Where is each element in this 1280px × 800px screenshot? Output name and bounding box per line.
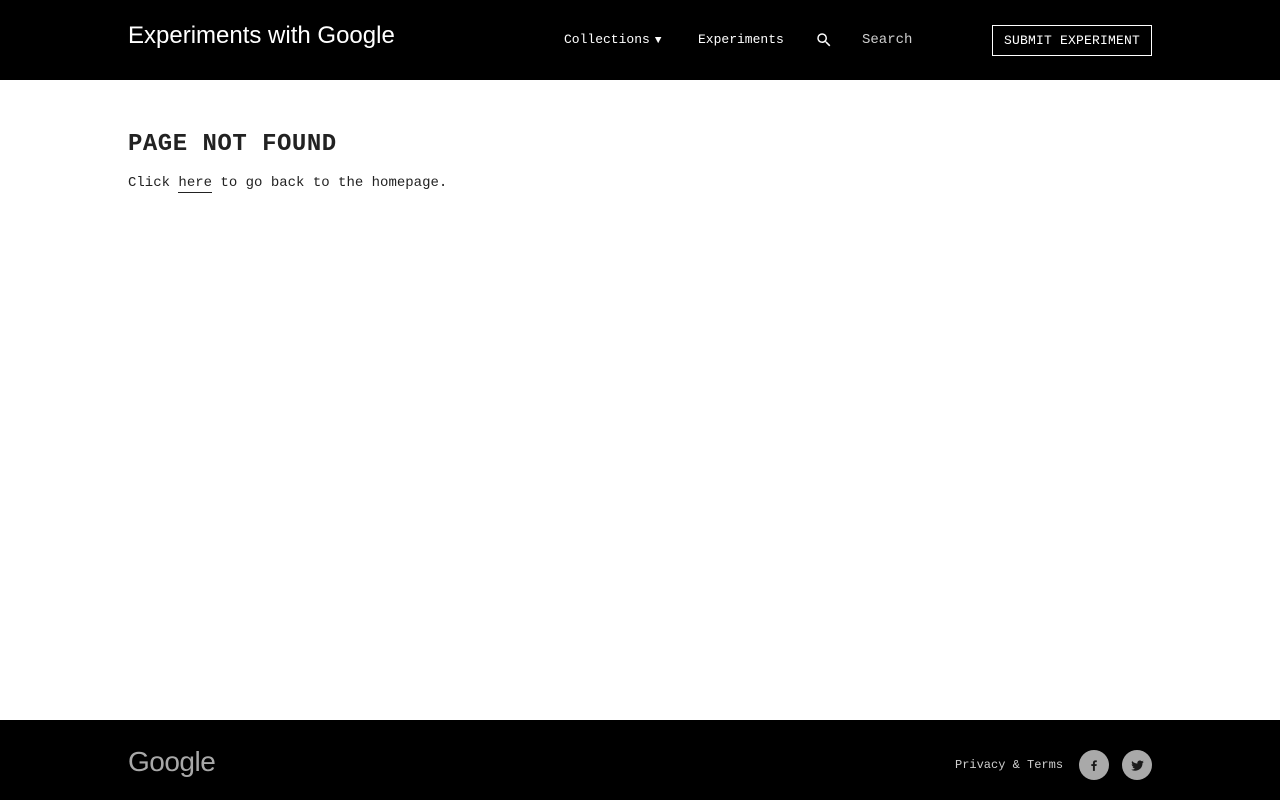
top-nav-bar: Experiments with Google Collections ▼ Exp…	[0, 0, 1280, 80]
homepage-link[interactable]: here	[178, 175, 213, 193]
brand-title[interactable]: Experiments with Google	[128, 20, 395, 52]
search-input[interactable]	[862, 28, 972, 52]
search-icon[interactable]	[815, 31, 833, 49]
google-logo[interactable]: Google	[128, 744, 216, 780]
main-content: PAGE NOT FOUND Click here to go back to …	[128, 128, 1152, 193]
twitter-share-button[interactable]	[1122, 750, 1152, 780]
submit-experiment-button[interactable]: SUBMIT EXPERIMENT	[992, 25, 1152, 56]
caret-down-icon: ▼	[654, 35, 662, 47]
page-title: PAGE NOT FOUND	[128, 131, 337, 158]
facebook-share-button[interactable]	[1079, 750, 1109, 780]
nav-collections-dropdown[interactable]: Collections ▼	[564, 31, 661, 50]
facebook-icon	[1091, 760, 1097, 771]
message-prefix: Click	[128, 175, 179, 191]
twitter-icon	[1130, 759, 1144, 771]
message-suffix: to go back to the homepage.	[212, 175, 448, 191]
nav-experiments[interactable]: Experiments	[698, 31, 784, 49]
nav-collections-label: Collections	[564, 32, 650, 47]
not-found-message: Click here to go back to the homepage.	[128, 173, 1152, 193]
privacy-terms-link[interactable]: Privacy & Terms	[955, 756, 1063, 774]
